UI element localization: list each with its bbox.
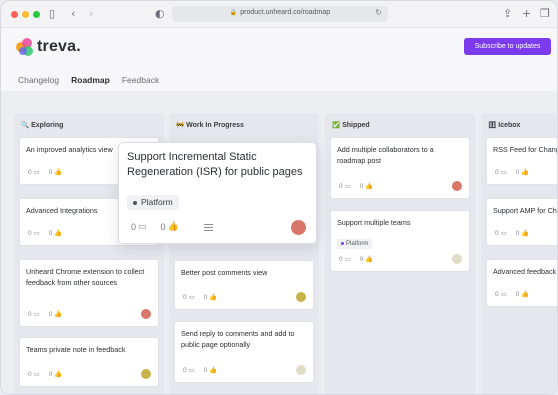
tabs-overview-icon[interactable]: ❐	[540, 6, 550, 22]
construction-icon: 🚧	[176, 121, 185, 129]
url-text: product.unheard.co/roadmap	[240, 9, 331, 16]
new-tab-icon[interactable]: +	[522, 6, 531, 22]
thumbs-up-icon: 👍	[365, 182, 374, 190]
roadmap-card[interactable]: Unheard Chrome extension to collect feed…	[19, 259, 159, 327]
roadmap-card[interactable]: Teams private note in feedback 0 ▭ 0 👍	[19, 337, 159, 387]
share-icon[interactable]: ⇪	[503, 6, 512, 22]
comment-icon: ▭	[500, 168, 507, 176]
forward-icon[interactable]: ›	[89, 6, 93, 22]
comment-icon: ▭	[344, 182, 351, 190]
shield-icon[interactable]: ◐	[155, 6, 165, 22]
thumbs-up-icon: 👍	[521, 290, 530, 298]
avatar	[295, 291, 307, 303]
comment-icon: ▭	[33, 168, 40, 176]
comment-icon: ▭	[33, 310, 40, 318]
roadmap-card[interactable]: Support multiple teams Platform 0 ▭ 0 👍	[330, 210, 470, 272]
comment-icon: ▭	[500, 229, 507, 237]
thumbs-up-icon: 👍	[54, 168, 63, 176]
roadmap-card[interactable]: Send reply to comments and add to public…	[174, 321, 314, 383]
column-header: 🗄 Icebox	[488, 121, 521, 129]
column-header: 🔍 Exploring	[21, 121, 64, 129]
avatar	[290, 219, 307, 236]
comment-icon: ▭	[188, 366, 195, 374]
thumbs-up-icon: 👍	[54, 310, 63, 318]
roadmap-card[interactable]: Advanced feedback 0 ▭ 0 👍	[486, 259, 557, 307]
avatar	[295, 364, 307, 376]
column-shipped: ✅ Shipped Add multiple collaborators to a…	[325, 113, 475, 394]
nav-tabs: Changelog Roadmap Feedback	[18, 75, 159, 85]
column-header: ✅ Shipped	[332, 121, 370, 129]
address-bar[interactable]: 🔒 product.unheard.co/roadmap ↻	[172, 6, 388, 22]
thumbs-up-icon: 👍	[167, 222, 179, 232]
logo-icon	[16, 38, 34, 56]
reload-icon[interactable]: ↻	[375, 8, 382, 17]
minimize-window-button[interactable]	[22, 11, 29, 18]
thumbs-up-icon: 👍	[54, 229, 63, 237]
card-title: Support Incremental Static Regeneration …	[127, 151, 303, 178]
thumbs-up-icon: 👍	[365, 255, 374, 263]
browser-toolbar: ▯ ‹ › ◐ 🔒 product.unheard.co/roadmap ↻ ⇪ …	[1, 1, 557, 28]
comment-icon: ▭	[33, 229, 40, 237]
tab-changelog[interactable]: Changelog	[18, 75, 59, 85]
roadmap-card[interactable]: Support AMP for Changelog 0▭0👍	[486, 198, 557, 246]
column-header: 🚧 Work In Progress	[176, 121, 244, 129]
thumbs-up-icon: 👍	[521, 168, 530, 176]
avatar	[140, 368, 152, 380]
close-window-button[interactable]	[11, 11, 18, 18]
comment-icon: ▭	[138, 222, 147, 232]
tab-roadmap[interactable]: Roadmap	[71, 75, 110, 85]
thumbs-up-icon: 👍	[54, 370, 63, 378]
avatar	[140, 308, 152, 320]
description-icon	[204, 224, 213, 231]
thumbs-up-icon: 👍	[209, 366, 218, 374]
logo-text: treva.	[37, 38, 81, 55]
lock-icon: 🔒	[229, 10, 238, 16]
roadmap-card[interactable]: RSS Feed for Changelog 0▭0👍	[486, 137, 557, 185]
logo[interactable]: treva.	[16, 37, 81, 57]
thumbs-up-icon: 👍	[209, 293, 218, 301]
browser-window: ▯ ‹ › ◐ 🔒 product.unheard.co/roadmap ↻ ⇪ …	[0, 0, 558, 395]
avatar	[451, 253, 463, 265]
back-icon[interactable]: ‹	[71, 6, 75, 22]
thumbs-up-icon: 👍	[521, 229, 530, 237]
maximize-window-button[interactable]	[33, 11, 40, 18]
comment-icon: ▭	[344, 255, 351, 263]
comment-icon: ▭	[500, 290, 507, 298]
platform-tag: Platform	[127, 195, 179, 210]
avatar	[451, 180, 463, 192]
platform-tag: Platform	[337, 239, 373, 249]
roadmap-card[interactable]: Add multiple collaborators to a roadmap …	[330, 137, 470, 199]
cabinet-icon: 🗄	[488, 121, 497, 129]
check-icon: ✅	[332, 121, 341, 129]
sidebar-toggle-icon[interactable]: ▯	[49, 6, 55, 22]
column-icebox: 🗄Icebox RSS Feed for Changelog 0▭0👍 Supp…	[481, 113, 557, 394]
like-count[interactable]: 0 👍	[161, 222, 179, 232]
comment-count[interactable]: 0 ▭	[131, 222, 147, 232]
comment-icon: ▭	[33, 370, 40, 378]
dragged-roadmap-card[interactable]: Support Incremental Static Regeneration …	[118, 142, 317, 244]
roadmap-card[interactable]: Better post comments view 0 ▭ 0 👍	[174, 260, 314, 310]
tab-feedback[interactable]: Feedback	[122, 75, 159, 85]
subscribe-button[interactable]: Subscribe to updates	[464, 38, 551, 55]
magnifier-icon: 🔍	[21, 121, 30, 129]
comment-icon: ▭	[188, 293, 195, 301]
